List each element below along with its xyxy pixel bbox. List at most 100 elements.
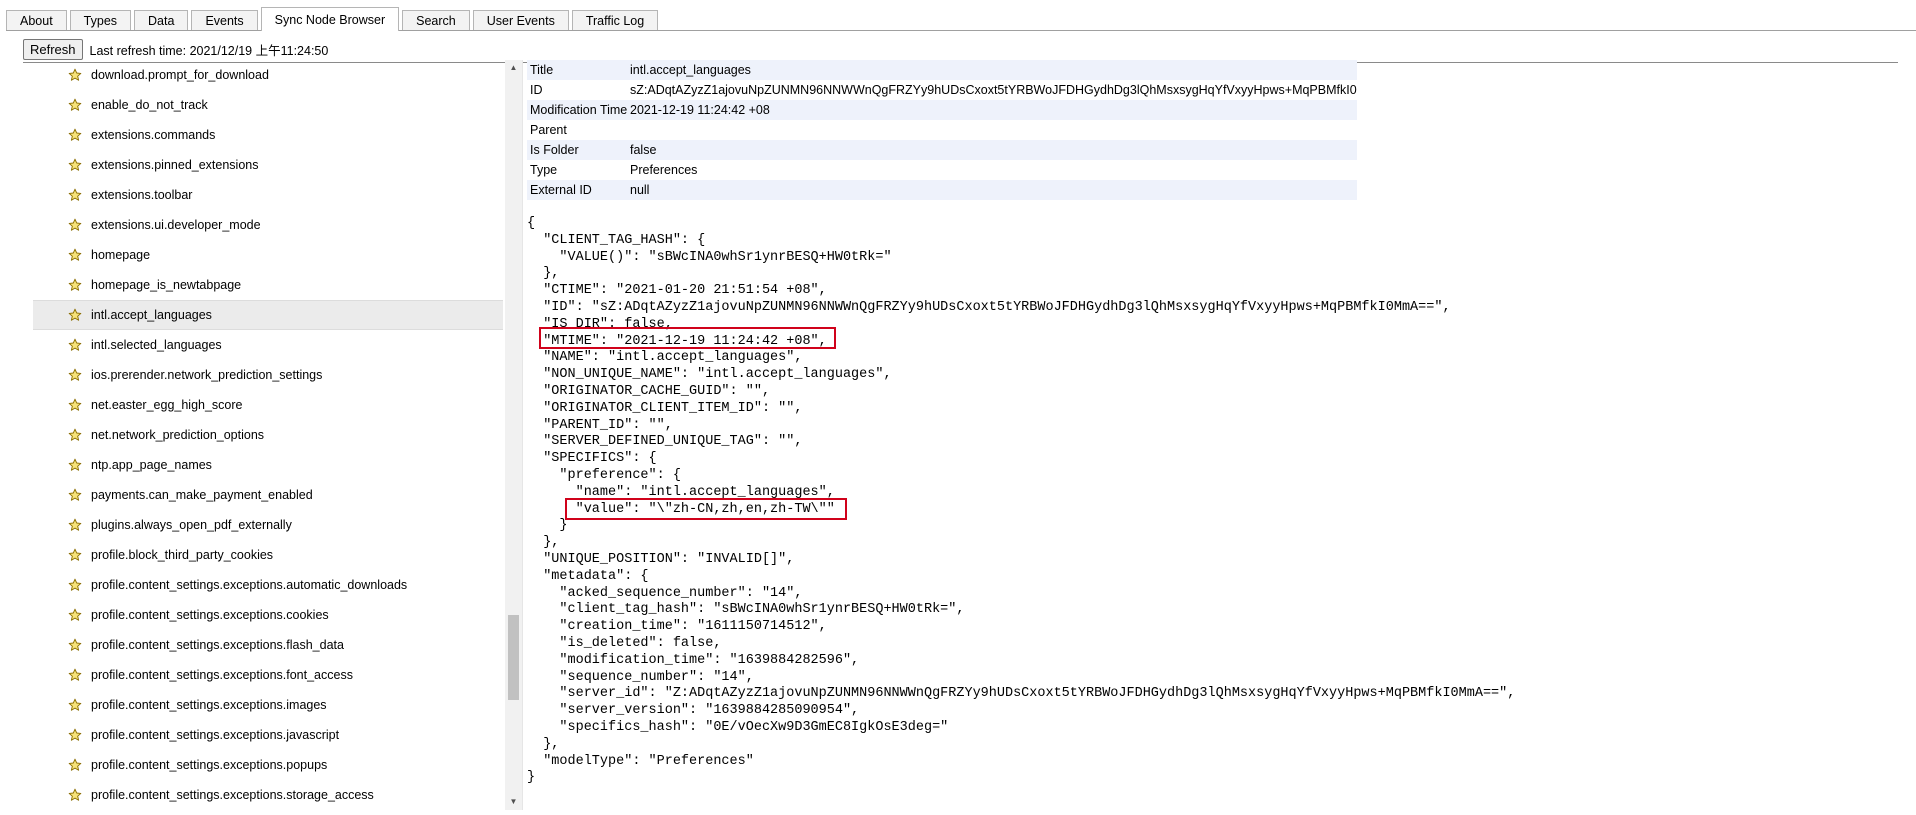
star-icon <box>68 248 82 261</box>
tab-events[interactable]: Events <box>191 10 258 30</box>
tab-sync-node-browser[interactable]: Sync Node Browser <box>260 7 400 31</box>
tree-item[interactable]: profile.content_settings.exceptions.stor… <box>33 780 503 810</box>
tree-item-label: intl.accept_languages <box>91 308 212 322</box>
tree-item[interactable]: ntp.app_page_names <box>33 450 503 480</box>
tree-item-label: payments.can_make_payment_enabled <box>91 488 313 502</box>
property-value: 2021-12-19 11:24:42 +08 <box>630 103 770 117</box>
tree-item[interactable]: profile.content_settings.exceptions.flas… <box>33 630 503 660</box>
star-icon <box>68 728 82 741</box>
json-line: "is_deleted": false, <box>527 635 722 651</box>
property-row: Modification Time 2021-12-19 11:24:42 +08 <box>527 100 1357 120</box>
property-value: false <box>630 143 657 157</box>
json-line: "acked_sequence_number": "14", <box>527 585 803 601</box>
star-icon <box>68 218 82 231</box>
json-line: "sequence_number": "14", <box>527 669 754 685</box>
tree-item-label: extensions.ui.developer_mode <box>91 218 261 232</box>
json-line: "value": "\"zh-CN,zh,en,zh-TW\"" <box>527 501 835 517</box>
star-icon <box>68 428 82 441</box>
property-key: Modification Time <box>530 103 628 117</box>
tree-item-label: intl.selected_languages <box>91 338 222 352</box>
tree-item[interactable]: homepage_is_newtabpage <box>33 270 503 300</box>
tree-item[interactable]: homepage <box>33 240 503 270</box>
tree-item[interactable]: ios.prerender.network_prediction_setting… <box>33 360 503 390</box>
star-icon <box>68 68 82 81</box>
tree-item[interactable]: download.prompt_for_download <box>33 60 503 90</box>
json-line: "metadata": { <box>527 568 649 584</box>
scroll-up-arrow-icon[interactable]: ▲ <box>505 60 522 76</box>
tree-scrollbar[interactable]: ▲ ▼ <box>505 60 522 810</box>
star-icon <box>68 758 82 771</box>
json-line: "client_tag_hash": "sBWcINA0whSr1ynrBESQ… <box>527 602 965 618</box>
tree-item-label: net.network_prediction_options <box>91 428 265 442</box>
refresh-button[interactable]: Refresh <box>23 38 83 60</box>
star-icon <box>68 788 82 801</box>
json-line: "server_version": "1639884285090954", <box>527 703 860 719</box>
tree-item-label: extensions.pinned_extensions <box>91 158 259 172</box>
tree-item[interactable]: plugins.always_open_pdf_externally <box>33 510 503 540</box>
tab-types[interactable]: Types <box>69 10 132 30</box>
tree-item[interactable]: profile.content_settings.exceptions.font… <box>33 660 503 690</box>
tree-item[interactable]: profile.content_settings.exceptions.java… <box>33 720 503 750</box>
property-key: Title <box>530 63 554 77</box>
json-line: "NAME": "intl.accept_languages", <box>527 350 803 366</box>
tree-item[interactable]: net.network_prediction_options <box>33 420 503 450</box>
star-icon <box>68 698 82 711</box>
json-line: "VALUE()": "sBWcINA0whSr1ynrBESQ+HW0tRk=… <box>527 249 892 265</box>
tab-search[interactable]: Search <box>402 10 470 30</box>
property-value <box>630 120 1357 140</box>
json-line: } <box>527 770 536 786</box>
tree-item[interactable]: profile.content_settings.exceptions.popu… <box>33 750 503 780</box>
tab-traffic-log[interactable]: Traffic Log <box>571 10 659 30</box>
tree-item[interactable]: profile.block_third_party_cookies <box>33 540 503 570</box>
json-line: "server_id": "Z:ADqtAZyzZ1ajovuNpZUNMN96… <box>527 686 1516 702</box>
tree-item[interactable]: profile.content_settings.exceptions.auto… <box>33 570 503 600</box>
tree-item[interactable]: net.easter_egg_high_score <box>33 390 503 420</box>
tree-item[interactable]: profile.content_settings.exceptions.cook… <box>33 600 503 630</box>
json-line: "specifics_hash": "0E/vOecXw9D3GmEC8IgkO… <box>527 719 949 735</box>
tree-item[interactable]: enable_do_not_track <box>33 90 503 120</box>
tree-item-label: profile.content_settings.exceptions.popu… <box>91 758 328 772</box>
star-icon <box>68 638 82 651</box>
tree-item-label: extensions.toolbar <box>91 188 193 202</box>
tree-item[interactable]: extensions.pinned_extensions <box>33 150 503 180</box>
tree-item-label: profile.content_settings.exceptions.flas… <box>91 638 344 652</box>
property-row: External ID null <box>527 180 1357 200</box>
property-row: Parent <box>527 120 1357 140</box>
star-icon <box>68 578 82 591</box>
tree-item-label: plugins.always_open_pdf_externally <box>91 518 292 532</box>
star-icon <box>68 368 82 381</box>
json-line: "SPECIFICS": { <box>527 451 657 467</box>
star-icon <box>68 548 82 561</box>
json-line: }, <box>527 736 560 752</box>
last-refresh-time: Last refresh time: 2021/12/19 上午11:24:50 <box>89 43 329 58</box>
tree-item[interactable]: profile.content_settings.exceptions.imag… <box>33 690 503 720</box>
tree-item[interactable]: extensions.ui.developer_mode <box>33 210 503 240</box>
star-icon <box>68 278 82 291</box>
scroll-thumb[interactable] <box>508 615 519 700</box>
tab-user-events[interactable]: User Events <box>472 10 569 30</box>
tree-item-label: profile.block_third_party_cookies <box>91 548 274 562</box>
star-icon <box>68 458 82 471</box>
scroll-down-arrow-icon[interactable]: ▼ <box>505 794 522 810</box>
tree-item[interactable]: intl.accept_languages <box>33 300 503 330</box>
tab-about[interactable]: About <box>6 10 67 30</box>
tree-item-label: profile.content_settings.exceptions.auto… <box>91 578 408 592</box>
tree-item[interactable]: extensions.commands <box>33 120 503 150</box>
property-value: sZ:ADqtAZyzZ1ajovuNpZUNMN96NNWWnQgFRZYy9… <box>630 83 1357 97</box>
tree-item-label: enable_do_not_track <box>91 98 208 112</box>
json-line: "CLIENT_TAG_HASH": { <box>527 232 706 248</box>
tab-strip: About Types Data Events Sync Node Browser Sea… <box>6 7 1916 31</box>
json-line: }, <box>527 266 560 282</box>
json-line: "CTIME": "2021-01-20 21:51:54 +08", <box>527 283 827 299</box>
tree-item[interactable]: intl.selected_languages <box>33 330 503 360</box>
json-line: "preference": { <box>527 467 681 483</box>
json-line: "IS_DIR": false, <box>527 316 673 332</box>
panel-divider[interactable] <box>522 60 523 810</box>
tab-data[interactable]: Data <box>134 10 189 30</box>
property-row: Type Preferences <box>527 160 1357 180</box>
tree-item[interactable]: extensions.toolbar <box>33 180 503 210</box>
tree-item-label: homepage <box>91 248 151 262</box>
tree-item[interactable]: payments.can_make_payment_enabled <box>33 480 503 510</box>
star-icon <box>68 518 82 531</box>
json-line: }, <box>527 535 560 551</box>
